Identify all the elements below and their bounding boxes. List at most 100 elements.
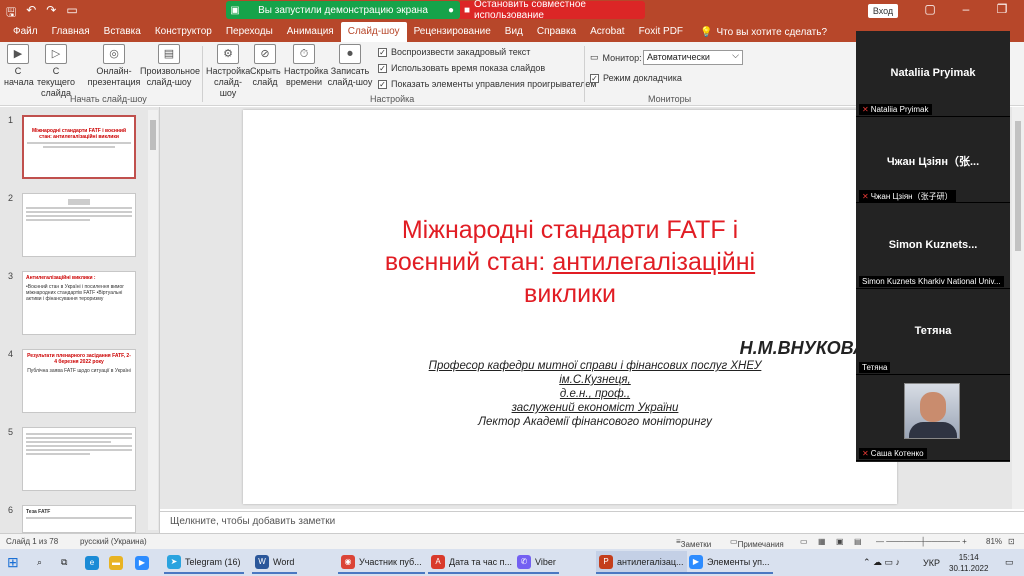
title-bar: 🖫 ↶ ↷ ▭ ▣ Вы запустили демонстрацию экра… xyxy=(0,0,1024,22)
tab-animations[interactable]: Анимация xyxy=(280,22,341,42)
slide-thumbnail[interactable]: Антилегалізаційні виклики : •Воєнний ста… xyxy=(22,271,136,335)
from-current-button[interactable]: ▷ С текущего слайда xyxy=(34,44,78,99)
present-icon[interactable]: ▭ xyxy=(66,3,77,24)
taskbar: ⊞ ⌕ ⧉ e ▬ ▶ ➤ Telegram (16) W Word ◉ Участн… xyxy=(0,549,1024,576)
taskbar-viber[interactable]: ✆ Viber xyxy=(514,551,559,574)
tab-insert[interactable]: Вставка xyxy=(97,22,148,42)
online-presentation-button[interactable]: ◎ Онлайн-презентация xyxy=(84,44,144,88)
hide-slide-button[interactable]: ⊘ Скрыть слайд xyxy=(250,44,281,88)
edge-icon[interactable]: e xyxy=(82,551,102,574)
zoom-level[interactable]: 81% xyxy=(986,537,1002,546)
undo-icon[interactable]: ↶ xyxy=(26,3,36,24)
muted-mic-icon: ✕ xyxy=(862,192,869,201)
ribbon-display-icon[interactable]: ▢ xyxy=(912,2,948,16)
input-language[interactable]: УКР xyxy=(920,551,943,574)
slide-thumbnail[interactable]: Результати пленарного засідання FATF, 2-… xyxy=(22,349,136,413)
view-reading-icon[interactable]: ▣ xyxy=(836,537,844,546)
slide-thumbnail[interactable]: Теза FATF xyxy=(22,505,136,533)
slide-title[interactable]: Міжнародні стандарти FATF і воєнний стан… xyxy=(333,214,807,310)
notes-toggle[interactable]: ≡ Заметки xyxy=(676,537,711,549)
editor-scrollbar[interactable] xyxy=(1012,107,1024,509)
from-start-button[interactable]: ▶ С начала xyxy=(4,44,34,88)
participant-tile[interactable]: Simon Kuznets... Simon Kuznets Kharkiv N… xyxy=(856,203,1010,289)
tab-home[interactable]: Главная xyxy=(45,22,97,42)
slide-subtitle-line[interactable]: д.е.н., проф., xyxy=(343,388,847,400)
windows-start-icon[interactable]: ⊞ xyxy=(4,551,22,574)
slide-thumbnail[interactable] xyxy=(22,193,136,257)
taskbar-word[interactable]: W Word xyxy=(252,551,298,574)
explorer-icon[interactable]: ▬ xyxy=(106,551,126,574)
stopwatch-icon: ⏱ xyxy=(293,44,315,64)
zoom-slider[interactable]: — ──────┼────── + xyxy=(876,537,967,546)
tab-slideshow[interactable]: Слайд-шоу xyxy=(340,22,407,42)
minimize-icon[interactable]: – xyxy=(948,2,984,16)
tab-file[interactable]: Файл xyxy=(6,22,45,42)
chrome-icon: ◉ xyxy=(341,554,355,569)
slide-subtitle-line[interactable]: ім.С.Кузнеця, xyxy=(343,374,847,386)
narration-checkbox[interactable]: ✓ Воспроизвести закадровый текст xyxy=(378,47,530,57)
current-slide[interactable]: Міжнародні стандарти FATF і воєнний стан… xyxy=(243,110,897,504)
view-normal-icon[interactable]: ▭ xyxy=(800,537,808,546)
signin-button[interactable]: Вход xyxy=(868,4,898,18)
search-icon[interactable]: ⌕ xyxy=(34,551,45,574)
setup-icon: ⚙ xyxy=(217,44,239,64)
taskbar-pdf[interactable]: A Дата та час п... xyxy=(428,551,516,574)
group-label-setup: Настройка xyxy=(370,94,415,104)
slide-thumbnails-pane: 1 Міжнародні стандарти FATF і воєнний ст… xyxy=(0,107,160,533)
tell-me[interactable]: 💡 Что вы хотите сделать? xyxy=(700,27,827,38)
slide-subtitle-line[interactable]: Лектор Академії фінансового моніторингу xyxy=(343,416,847,428)
tab-view[interactable]: Вид xyxy=(498,22,530,42)
group-label-start: Начать слайд-шоу xyxy=(70,94,147,104)
save-icon[interactable]: 🖫 xyxy=(6,3,16,24)
slide-counter: Слайд 1 из 78 xyxy=(6,537,59,546)
view-sorter-icon[interactable]: ▦ xyxy=(818,537,826,546)
zoom-app-icon[interactable]: ▶ xyxy=(132,551,152,574)
notifications-icon[interactable]: ▭ xyxy=(1002,551,1017,574)
participant-tile[interactable]: Nataliia Pryimak ✕ Nataliia Pryimak xyxy=(856,31,1010,117)
setup-slideshow-button[interactable]: ⚙ Настройка слайд-шоу xyxy=(206,44,250,99)
participant-tile[interactable]: Чжан Цзіян（张... ✕ Чжан Цзіян（张子研） xyxy=(856,117,1010,203)
taskbar-telegram[interactable]: ➤ Telegram (16) xyxy=(164,551,244,574)
slide-thumbnail[interactable] xyxy=(22,427,136,491)
slide-subtitle-line[interactable]: Професор кафедри митної справи і фінансо… xyxy=(343,360,847,372)
task-view-icon[interactable]: ⧉ xyxy=(58,551,70,574)
monitor-select[interactable]: Автоматически xyxy=(643,49,743,65)
slide-subtitle-line[interactable]: заслужений економіст України xyxy=(343,402,847,414)
presenter-view-checkbox[interactable]: ✓ Режим докладчика xyxy=(590,73,682,83)
comments-toggle[interactable]: ▭ Примечания xyxy=(730,537,784,549)
maximize-icon[interactable]: ❐ xyxy=(984,2,1020,16)
tab-review[interactable]: Рецензирование xyxy=(407,22,498,42)
taskbar-chrome[interactable]: ◉ Участник пуб... xyxy=(338,551,425,574)
tab-help[interactable]: Справка xyxy=(530,22,583,42)
custom-slideshow-button[interactable]: ▤ Произвольное слайд-шоу xyxy=(140,44,200,88)
view-slideshow-icon[interactable]: ▤ xyxy=(854,537,862,546)
fit-to-window-icon[interactable]: ⊡ xyxy=(1008,537,1015,546)
timings-checkbox[interactable]: ✓ Использовать время показа слайдов xyxy=(378,63,545,73)
notes-pane[interactable]: Щелкните, чтобы добавить заметки xyxy=(160,511,1024,533)
record-slideshow-button[interactable]: ⏺ Записать слайд-шоу xyxy=(326,44,374,88)
participant-tile[interactable]: ✕ Саша Котенко xyxy=(856,375,1010,461)
checkmark-icon: ✓ xyxy=(378,79,387,89)
taskbar-powerpoint[interactable]: Pантилегалізац... xyxy=(596,551,687,574)
rehearse-timings-button[interactable]: ⏱ Настройка времени xyxy=(284,44,328,88)
word-icon: W xyxy=(255,554,269,569)
participant-tile[interactable]: Тетяна Тетяна xyxy=(856,289,1010,375)
thumbnails-scrollbar[interactable] xyxy=(148,110,158,530)
stop-sharing-button[interactable]: ■ Остановить совместное использование xyxy=(460,0,645,21)
tab-acrobat[interactable]: Acrobat xyxy=(583,22,631,42)
slide-author[interactable]: Н.М.ВНУКОВА, xyxy=(243,338,871,359)
powerpoint-icon: P xyxy=(599,554,613,569)
tray-icons[interactable]: ⌃ ☁ ▭ ♪ xyxy=(860,551,903,574)
tab-design[interactable]: Конструктор xyxy=(148,22,219,42)
controls-checkbox[interactable]: ✓ Показать элементы управления проигрыва… xyxy=(378,79,597,89)
custom-show-icon: ▤ xyxy=(158,44,180,64)
group-divider xyxy=(584,46,585,102)
tab-foxit[interactable]: Foxit PDF xyxy=(632,22,690,42)
tab-transitions[interactable]: Переходы xyxy=(219,22,280,42)
taskbar-zoom-controls[interactable]: ▶ Элементы уп... xyxy=(686,551,773,574)
shield-icon: ● xyxy=(447,4,455,16)
slide-thumbnail[interactable]: Міжнародні стандарти FATF і воєнний стан… xyxy=(22,115,136,179)
redo-icon[interactable]: ↷ xyxy=(46,3,56,24)
clock[interactable]: 15:14 30.11.2022 xyxy=(946,551,991,574)
language-indicator[interactable]: русский (Украина) xyxy=(80,537,147,546)
